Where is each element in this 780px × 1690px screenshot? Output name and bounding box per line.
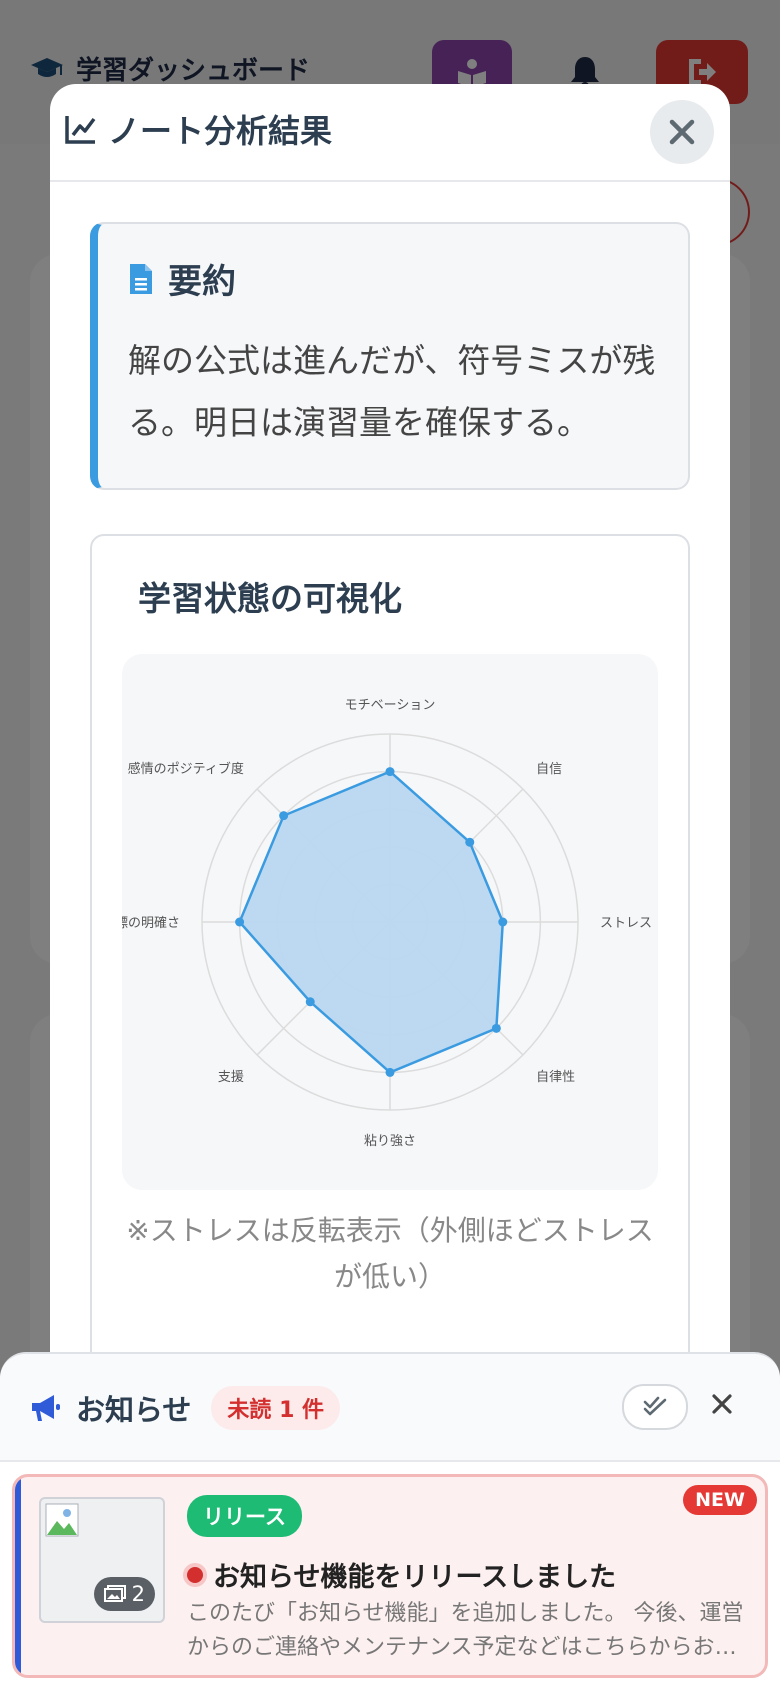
radar-data-point [235,917,245,927]
radar-axis-label: 支援 [218,1070,244,1085]
modal-title: ノート分析結果 [64,106,332,152]
release-tag: リリース [187,1495,302,1537]
radar-data-point [279,811,289,821]
mark-all-read-button[interactable] [622,1384,688,1430]
radar-data-point [465,837,475,847]
radar-chart: モチベーション自信ストレス（反転自律性粘り強さ 支援 目標の明確さ 感情のポジティブ度 [122,654,658,1190]
modal-close-button[interactable] [650,100,714,164]
notification-heading: お知らせ機能をリリースしました [187,1555,616,1594]
notification-item-title: お知らせ機能をリリースしました [213,1562,617,1593]
visualization-heading: 学習状態の可視化 [138,579,402,618]
megaphone-icon [32,1395,60,1421]
modal-title-text: ノート分析結果 [108,112,333,150]
summary-heading-text: 要約 [168,262,236,302]
radar-data-point [491,1023,501,1033]
notification-panel: お知らせ 未読 1 件 2 リリース NEW お知らせ機能をリリースしました こ… [0,1352,780,1690]
radar-axis-label: 感情のポジティブ度 [128,761,244,777]
notification-thumbnail[interactable]: 2 [39,1497,165,1623]
summary-text: 解の公式は進んだが、符号ミスが残る。明日は演習量を確保する。 [128,341,656,442]
notification-title-text: お知らせ [76,1393,192,1427]
double-check-icon [643,1396,667,1416]
radar-axis-label: モチベーション [345,698,436,713]
notification-title: お知らせ 未読 1 件 [30,1386,341,1430]
radar-data-point [305,997,315,1007]
notification-close-button[interactable] [704,1386,740,1422]
line-chart-icon [65,116,96,144]
summary-section: 要約 解の公式は進んだが、符号ミスが残る。明日は演習量を確保する。 [90,222,690,490]
close-icon [669,119,695,145]
new-badge: NEW [683,1485,757,1515]
close-icon [712,1394,732,1414]
unread-indicator-bar [15,1477,21,1675]
radar-data-point [498,917,508,927]
modal-header: ノート分析結果 [50,84,730,182]
visualization-note: ※ストレスは反転表示（外側ほどストレスが低い） [126,1214,654,1293]
radar-data-point [385,1067,395,1077]
radar-axis-label: 自律性 [536,1070,575,1085]
radar-axis-label: ストレス（反転 [600,916,658,931]
notification-description: このたび「お知らせ機能」を追加しました。 今後、運営からのご連絡やメンテナンス予… [187,1601,744,1660]
image-count: 2 [131,1582,145,1606]
radar-axis-label: 目標の明確さ [122,915,180,931]
image-count-badge: 2 [93,1577,155,1611]
document-icon [130,263,152,294]
broken-image-icon [45,1503,79,1537]
images-icon [103,1585,126,1602]
radar-axis-label: 自信 [536,762,562,777]
radar-data-point [385,767,395,777]
summary-heading: 要約 [128,254,236,303]
radar-chart-svg: モチベーション自信ストレス（反転自律性粘り強さ 支援 目標の明確さ 感情のポジティブ度 [122,698,658,1149]
notification-item[interactable]: 2 リリース NEW お知らせ機能をリリースしました このたび「お知らせ機能」を… [12,1474,768,1678]
radar-series-area [238,770,505,1074]
unread-count-badge: 未読 1 件 [211,1386,341,1430]
radar-axis-label: 粘り強さ [364,1134,416,1149]
notification-panel-header: お知らせ 未読 1 件 [0,1354,780,1462]
unread-dot [187,1566,203,1583]
